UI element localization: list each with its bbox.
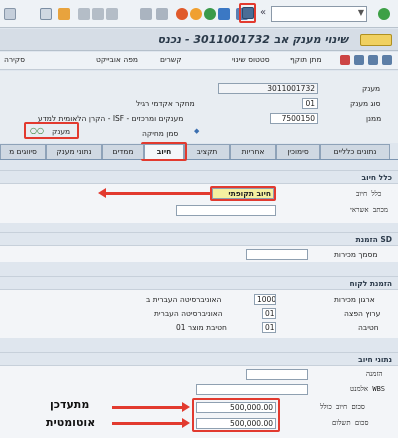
layout-icon[interactable]: [40, 8, 52, 20]
tab-dimensions[interactable]: ממדים: [102, 144, 144, 159]
overview-button[interactable]: סקירה: [4, 55, 25, 64]
tab-strip: נתונים כלליים סימוכין אחריות תקציב חיוב …: [0, 142, 398, 161]
command-field[interactable]: ▼: [271, 6, 367, 22]
sales-doc-field[interactable]: [246, 249, 308, 260]
status-label: מענק: [52, 127, 71, 136]
billing-rule-label: כלל חיוב: [356, 190, 382, 198]
sales-org-label: ארגון מכירות: [334, 295, 375, 304]
distribution-channel-label: ערוץ הפצה: [344, 309, 381, 318]
division-desc: חטיבת מוצר 01: [176, 323, 227, 332]
tab-budget[interactable]: תקציב: [184, 144, 230, 159]
letter-of-credit-label: מכתב אשראי: [350, 206, 389, 214]
wbs-field[interactable]: [196, 384, 308, 395]
deletion-flag-label: סמן מחיקה: [142, 129, 179, 138]
header-panel: מענק 3011001732 סוג מענק 01 מחקר אקדמי ר…: [0, 71, 398, 143]
order-label: הזמנה: [366, 370, 383, 378]
page-title: שינוי מענק אב 3011001732 - נכנס: [157, 33, 348, 46]
arrow-to-payment: [112, 422, 184, 425]
chevron-down-icon[interactable]: ▼: [358, 8, 364, 17]
section-title: הזמנת לקוח: [349, 279, 392, 288]
system-toolbar: « ▼: [0, 0, 398, 28]
division-label: חטיבה: [358, 323, 379, 332]
section-title: נתוני חיוב: [358, 355, 392, 364]
customer-order-section: הזמנת לקוח ארגון מכירות 1000 האוניברסיטה…: [0, 276, 398, 338]
arrow-to-billing-rule: [104, 192, 212, 195]
next-page-icon[interactable]: [204, 8, 216, 20]
section-title: הזמנת SD: [355, 235, 392, 244]
distribution-channel-field[interactable]: 01: [262, 308, 276, 319]
sales-org-desc: האוניברסיטה העברית ב: [146, 295, 222, 304]
order-field[interactable]: [246, 369, 308, 380]
sales-org-field[interactable]: 1000: [254, 294, 276, 305]
sap-window: { "toolbar": {"command_field": "", "nav_…: [0, 0, 398, 438]
cancel-icon[interactable]: [106, 8, 118, 20]
sales-doc-label: מסמך מכירות: [334, 250, 378, 259]
validation-button[interactable]: מתן תוקף: [290, 55, 322, 64]
tab-responsibility[interactable]: אחריות: [230, 144, 276, 159]
back-icon[interactable]: [78, 8, 90, 20]
annotation-automatic: אוטומטית: [46, 416, 96, 429]
status-icon: ○○: [30, 126, 44, 135]
billing-tab-highlight: [141, 142, 187, 161]
payment-amount-label: סכום תשלום: [332, 419, 369, 427]
nav-arrows[interactable]: «: [260, 7, 266, 18]
arrow-to-total: [112, 406, 184, 409]
arrow-head-icon: [98, 188, 106, 198]
print-icon[interactable]: [156, 8, 168, 20]
last-page-icon[interactable]: [218, 8, 230, 20]
billing-rule-highlight: [210, 186, 276, 201]
billing-data-section: נתוני חיוב הזמנה אלמנט WBS סכום חיוב כול…: [0, 352, 398, 438]
tab-classifications[interactable]: סיווגים מ: [0, 144, 46, 159]
division-field[interactable]: 01: [262, 322, 276, 333]
grant-type-desc: מחקר אקדמי רגיל: [136, 99, 195, 108]
title-bar: שינוי מענק אב 3011001732 - נכנס: [0, 29, 398, 51]
app-logo-icon: [360, 34, 392, 46]
billing-rule-section: כלל חיוב כלל חיוב חיוב תקופתי מכתב אשראי: [0, 170, 398, 223]
grant-type-label: סוג מענק: [350, 99, 381, 108]
display-icon[interactable]: [382, 55, 392, 65]
total-billing-label: סכום חיוב כולל: [320, 403, 365, 411]
sponsor-label: ממנן: [366, 114, 382, 123]
tab-general-data[interactable]: נתונים כלליים: [320, 144, 390, 159]
first-page-icon[interactable]: [176, 8, 188, 20]
sd-order-section: הזמנת SD מסמך מכירות: [0, 232, 398, 262]
tab-grant-data[interactable]: נתוני מענק: [46, 144, 102, 159]
tab-references[interactable]: סימוכין: [276, 144, 320, 159]
enter-check-icon[interactable]: [378, 8, 390, 20]
copy-icon[interactable]: [354, 55, 364, 65]
annotation-updated: מתעדכן: [50, 398, 90, 411]
edit-icon[interactable]: [368, 55, 378, 65]
grant-label: מענק: [362, 84, 381, 93]
section-title: כלל חיוב: [361, 173, 392, 182]
save-icon[interactable]: [242, 7, 254, 19]
amounts-highlight: [192, 398, 280, 432]
exit-icon[interactable]: [92, 8, 104, 20]
create-session-icon[interactable]: [58, 8, 70, 20]
arrow-head-icon: [182, 418, 190, 428]
application-toolbar: סטטוס שינוי קשרים מפה אובייקט מתן תוקף ס…: [0, 52, 398, 70]
arrow-head-icon: [182, 402, 190, 412]
grant-field: 3011001732: [218, 83, 318, 94]
relationships-button[interactable]: קשרים: [160, 55, 182, 64]
status-change-button[interactable]: סטטוס שינוי: [232, 55, 270, 64]
find-icon[interactable]: [140, 8, 152, 20]
diamond-icon: ◆: [194, 127, 200, 135]
letter-of-credit-field[interactable]: [176, 205, 276, 216]
sponsor-field[interactable]: 7500150: [270, 113, 318, 124]
wbs-label: אלמנט WBS: [350, 385, 385, 393]
grant-type-field[interactable]: 01: [302, 98, 318, 109]
prev-page-icon[interactable]: [190, 8, 202, 20]
menu-icon[interactable]: [4, 8, 16, 20]
object-map-button[interactable]: מפה אובייקט: [96, 55, 138, 64]
delete-icon[interactable]: [340, 55, 350, 65]
distribution-channel-desc: האוניברסיטה העברית: [154, 309, 223, 318]
